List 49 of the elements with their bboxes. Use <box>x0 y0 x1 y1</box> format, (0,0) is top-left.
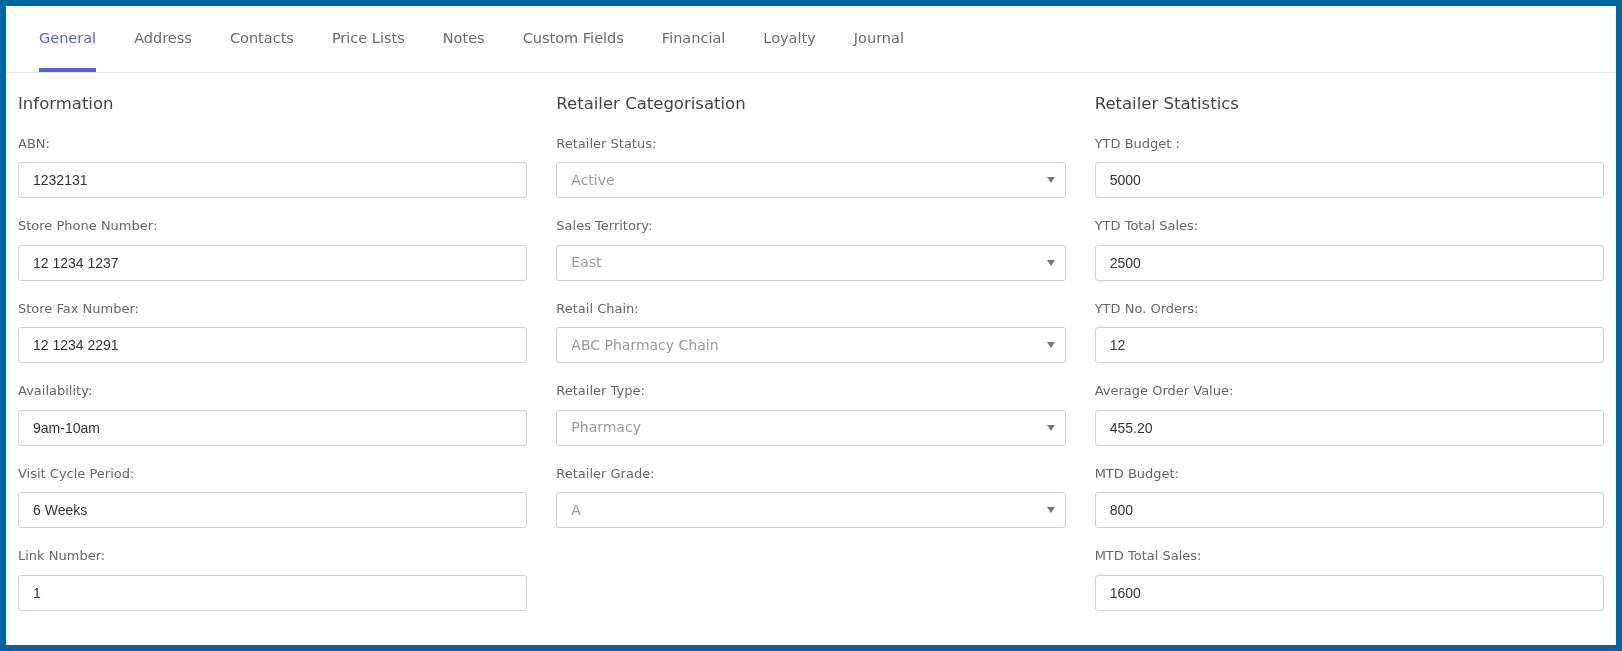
field-label: YTD No. Orders: <box>1094 299 1200 318</box>
field-label: Retailer Status: <box>556 134 658 153</box>
input-field[interactable]: 1 <box>18 574 528 611</box>
input-field[interactable]: 2500 <box>1094 244 1604 281</box>
caret-down-icon <box>1046 424 1055 431</box>
field-label: YTD Budget : <box>1094 134 1181 153</box>
tab[interactable]: General <box>39 6 97 72</box>
tab[interactable]: Loyalty <box>763 6 816 72</box>
input-field[interactable]: 455.20 <box>1094 409 1604 446</box>
caret-down-icon <box>1046 507 1055 514</box>
section-heading: Information <box>18 93 115 115</box>
input-field[interactable]: 9am-10am <box>18 409 528 446</box>
input-field[interactable]: 12 1234 2291 <box>18 327 528 364</box>
field-label: Store Phone Number: <box>18 217 159 236</box>
caret-down-icon <box>1046 259 1055 266</box>
field-label: Retail Chain: <box>556 299 640 318</box>
input-field[interactable]: 6 Weeks <box>18 492 528 529</box>
tab[interactable]: Journal <box>853 6 904 72</box>
field-label: Sales Territory: <box>556 217 654 236</box>
input-field[interactable]: 800 <box>1094 492 1604 529</box>
input-field[interactable]: 12 <box>1094 327 1604 364</box>
input-field[interactable]: 1600 <box>1094 574 1604 611</box>
field-label: Average Order Value: <box>1094 382 1235 401</box>
tab[interactable]: Address <box>134 6 192 72</box>
field-label: YTD Total Sales: <box>1094 217 1200 236</box>
field-label: Link Number: <box>18 547 107 566</box>
field-label: Availability: <box>18 382 94 401</box>
select-dropdown[interactable]: Active <box>556 162 1066 199</box>
field-label: MTD Budget: <box>1094 464 1181 483</box>
tab[interactable]: Notes <box>442 6 485 72</box>
section-heading: Retailer Categorisation <box>556 93 747 115</box>
input-field[interactable]: 1232131 <box>18 162 528 199</box>
caret-down-icon <box>1046 342 1055 349</box>
field-label: ABN: <box>18 134 51 153</box>
field-label: Retailer Grade: <box>556 464 656 483</box>
field-label: Retailer Type: <box>556 382 646 401</box>
input-field[interactable]: 12 1234 1237 <box>18 244 528 281</box>
tab[interactable]: Financial <box>661 6 726 72</box>
tab[interactable]: Custom Fields <box>522 6 624 72</box>
tab[interactable]: Contacts <box>229 6 294 72</box>
input-field[interactable]: 5000 <box>1094 162 1604 199</box>
select-dropdown[interactable]: A <box>556 492 1066 529</box>
field-label: Store Fax Number: <box>18 299 140 318</box>
caret-down-icon <box>1046 177 1055 184</box>
select-dropdown[interactable]: ABC Pharmacy Chain <box>556 327 1066 364</box>
field-label: Visit Cycle Period: <box>18 464 136 483</box>
tab[interactable]: Price Lists <box>331 6 405 72</box>
field-label: MTD Total Sales: <box>1094 547 1203 566</box>
section-heading: Retailer Statistics <box>1094 93 1240 115</box>
